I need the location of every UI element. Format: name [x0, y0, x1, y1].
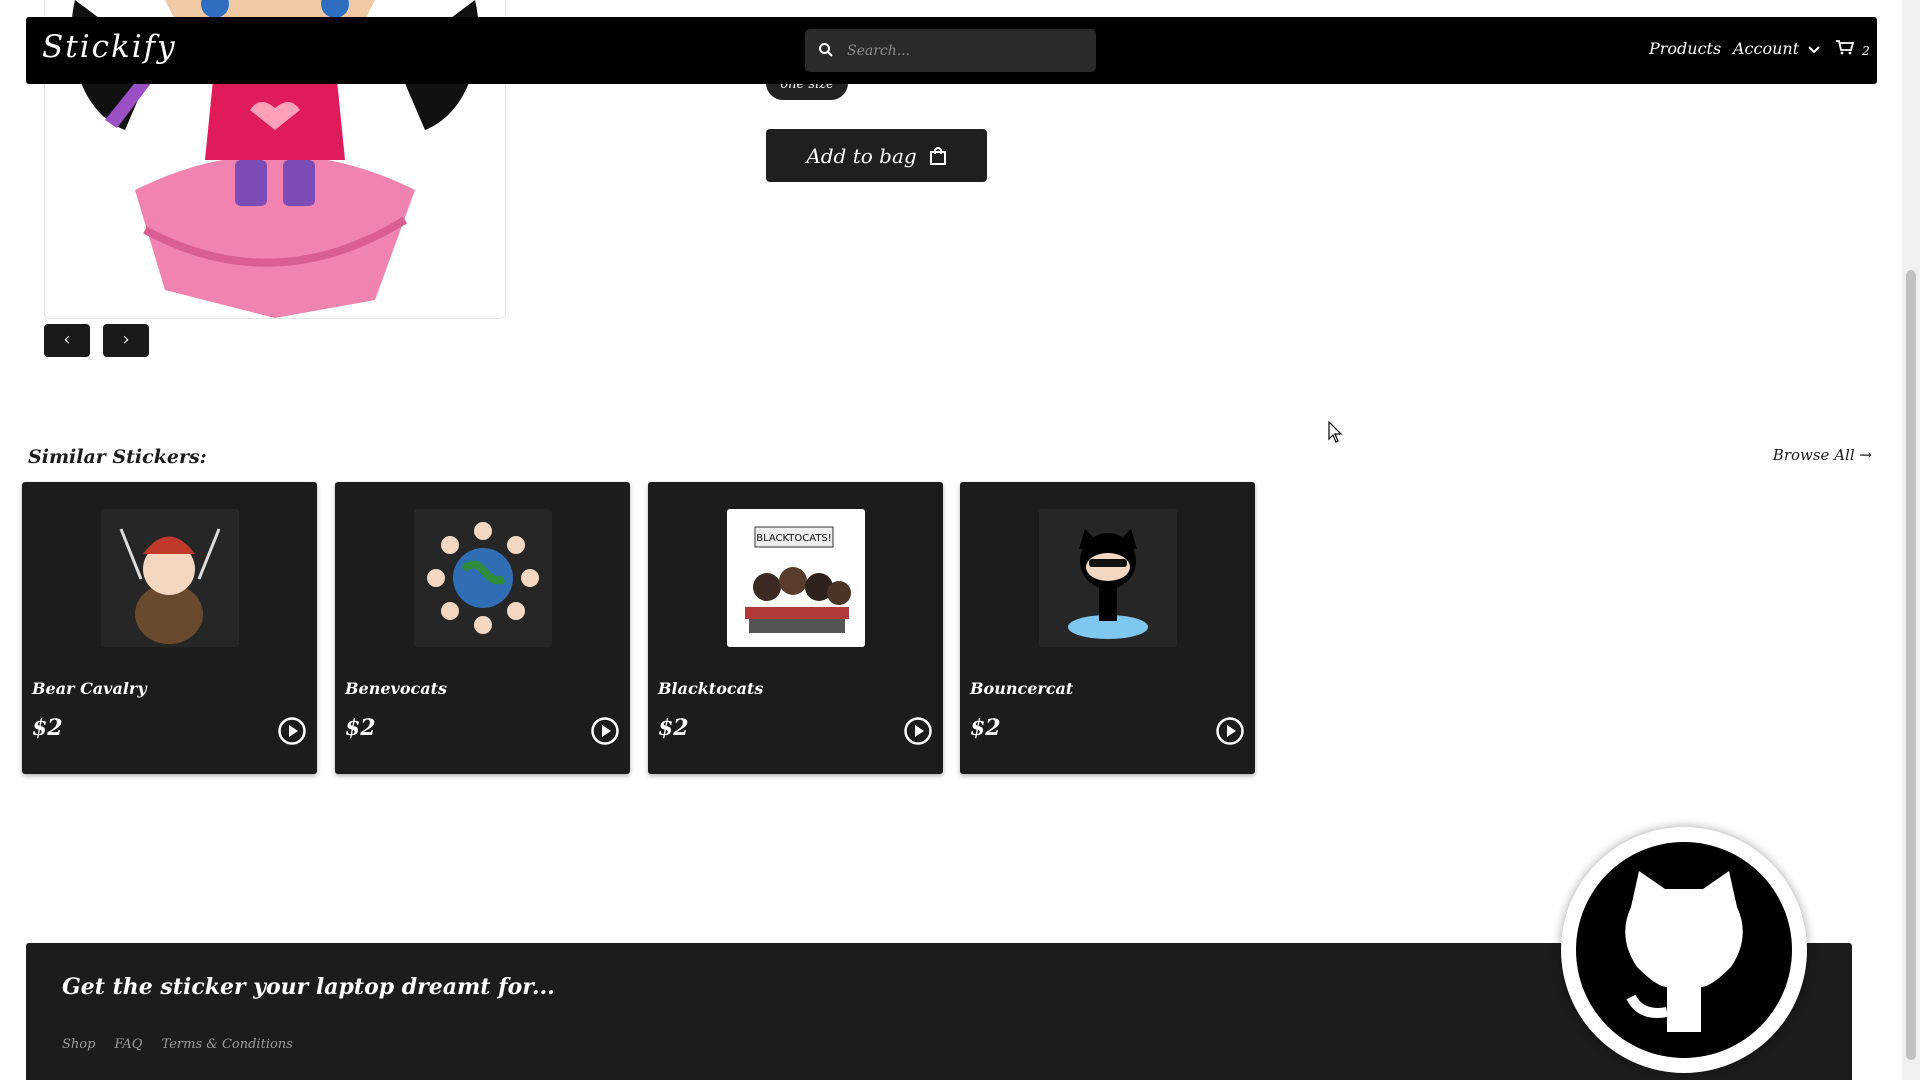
sticker-thumbnail: [414, 509, 552, 647]
github-octocat-icon: [1576, 842, 1792, 1058]
footer-link-shop[interactable]: Shop: [62, 1037, 95, 1052]
sticker-thumbnail: BLACKTOCATS!: [727, 509, 865, 647]
cart-button[interactable]: 2: [1835, 39, 1870, 59]
add-to-bag-button[interactable]: Add to bag: [766, 129, 987, 182]
shopping-bag-icon: [929, 146, 946, 165]
carousel-prev-button[interactable]: ‹: [44, 324, 90, 357]
search-box[interactable]: [805, 29, 1096, 72]
sticker-name: Bouncercat: [970, 679, 1074, 698]
nav-account-menu[interactable]: Account: [1733, 39, 1820, 58]
similar-stickers-heading: Similar Stickers:: [28, 446, 207, 468]
sticker-name: Blacktocats: [658, 679, 764, 698]
sticker-price: $2: [658, 715, 689, 741]
sticker-price: $2: [345, 715, 376, 741]
blacktocats-banner-text: BLACKTOCATS!: [756, 533, 832, 544]
account-label: Account: [1733, 39, 1800, 58]
arrow-right-icon: →: [1859, 446, 1872, 464]
sticker-name: Benevocats: [345, 679, 447, 698]
cart-icon: [1836, 40, 1855, 55]
sticker-card-blacktocats[interactable]: BLACKTOCATS! Blacktocats $2: [648, 482, 943, 774]
search-icon: [819, 43, 833, 57]
github-octocat-badge[interactable]: [1561, 827, 1807, 1073]
chevron-down-icon: [1808, 45, 1820, 53]
footer-links: Shop FAQ Terms & Conditions: [62, 1033, 307, 1052]
footer-link-terms[interactable]: Terms & Conditions: [162, 1037, 293, 1052]
search-input[interactable]: [845, 38, 1079, 64]
footer-tagline: Get the sticker your laptop dreamt for..…: [62, 974, 555, 1000]
mouse-cursor-icon: [1328, 421, 1343, 443]
play-circle-icon[interactable]: [277, 716, 307, 746]
sticker-thumbnail: [101, 509, 239, 647]
carousel-next-button[interactable]: ›: [103, 324, 149, 357]
sticker-price: $2: [970, 715, 1001, 741]
add-to-bag-label: Add to bag: [806, 143, 917, 168]
cart-count: 2: [1862, 44, 1870, 58]
scrollbar-thumb[interactable]: [1906, 270, 1916, 1060]
sticker-card-benevocats[interactable]: Benevocats $2: [335, 482, 630, 774]
site-logo[interactable]: Stickify: [42, 29, 177, 65]
browse-all-link[interactable]: Browse All →: [1773, 446, 1872, 464]
sticker-price: $2: [32, 715, 63, 741]
play-circle-icon[interactable]: [903, 716, 933, 746]
footer-link-faq[interactable]: FAQ: [115, 1037, 143, 1052]
play-circle-icon[interactable]: [1215, 716, 1245, 746]
browse-all-label: Browse All: [1772, 446, 1855, 464]
sticker-card-bear-cavalry[interactable]: Bear Cavalry $2: [22, 482, 317, 774]
sticker-name: Bear Cavalry: [32, 679, 147, 698]
scrollbar[interactable]: [1902, 0, 1920, 1080]
sticker-thumbnail: [1039, 509, 1177, 647]
nav-products-link[interactable]: Products: [1649, 39, 1721, 58]
play-circle-icon[interactable]: [590, 716, 620, 746]
sticker-card-bouncercat[interactable]: Bouncercat $2: [960, 482, 1255, 774]
top-navbar: Stickify Products Account 2: [26, 17, 1877, 84]
